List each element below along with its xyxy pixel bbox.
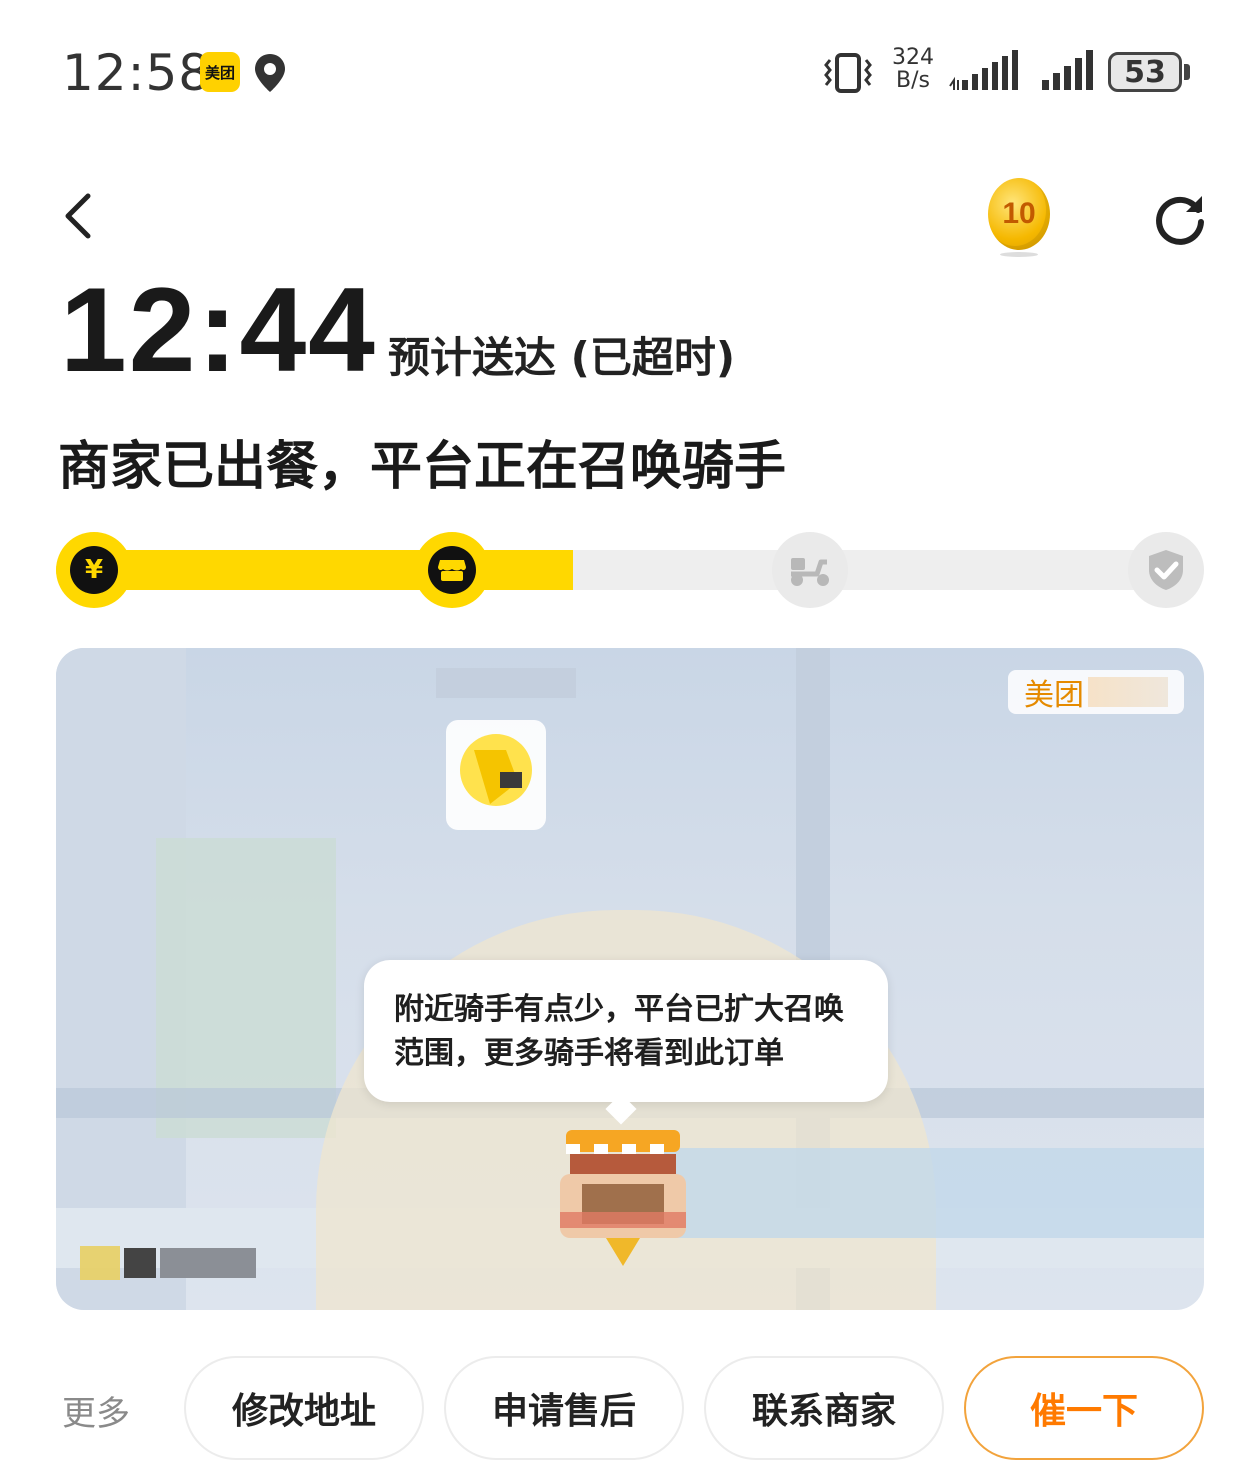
step-paid: ¥	[56, 532, 132, 608]
map-brand-blurred	[1088, 677, 1168, 707]
delivery-map[interactable]: 美团 附近骑手有点少，平台已扩大召唤范围，更多骑手将看到此订单	[56, 648, 1204, 1310]
rider-marker-icon	[446, 720, 546, 830]
contact-merchant-button[interactable]: 联系商家	[704, 1356, 944, 1460]
step-rider	[772, 532, 848, 608]
progress-fill	[56, 550, 573, 590]
coin-icon: 10	[988, 178, 1050, 250]
signal-icon-2	[1042, 50, 1093, 90]
map-brand-label: 美团	[1008, 670, 1184, 714]
map-brand-text: 美团	[1024, 678, 1084, 713]
back-icon[interactable]	[54, 186, 104, 246]
shop-marker-icon	[560, 1130, 686, 1266]
location-icon	[255, 54, 285, 92]
order-progress: ¥	[56, 532, 1204, 608]
status-bar: 12:58 美团 324 B/s 53	[0, 0, 1260, 140]
status-time: 12:58	[62, 44, 212, 102]
more-link[interactable]: 更多	[62, 1386, 130, 1435]
coin-shadow	[1000, 252, 1038, 257]
battery-tip	[1184, 64, 1190, 80]
after-sales-button[interactable]: 申请售后	[444, 1356, 684, 1460]
battery-icon: 53	[1108, 52, 1182, 92]
network-speed-value: 324	[892, 45, 934, 70]
map-shop-label	[80, 1246, 256, 1280]
store-icon	[428, 546, 476, 594]
eta-label: 预计送达 (已超时)	[388, 333, 736, 382]
scooter-icon	[791, 558, 829, 586]
meituan-app-icon: 美团	[200, 52, 240, 92]
network-speed: 324 B/s	[888, 46, 938, 92]
signal-icon	[949, 50, 1018, 90]
step-delivered	[1128, 532, 1204, 608]
order-status-title: 商家已出餐，平台正在召唤骑手	[58, 437, 787, 497]
action-bar: 更多 修改地址 申请售后 联系商家 催一下	[0, 1356, 1260, 1460]
refresh-icon[interactable]	[1150, 188, 1210, 248]
coin-reward[interactable]: 10	[986, 176, 1054, 258]
eta-time: 12:44	[60, 263, 377, 397]
yen-icon: ¥	[70, 546, 118, 594]
map-tooltip: 附近骑手有点少，平台已扩大召唤范围，更多骑手将看到此订单	[364, 960, 888, 1102]
step-merchant	[414, 532, 490, 608]
map-river	[656, 1148, 1204, 1238]
vibrate-icon	[824, 53, 872, 93]
edit-address-button[interactable]: 修改地址	[184, 1356, 424, 1460]
network-speed-unit: B/s	[896, 68, 930, 93]
urge-button[interactable]: 催一下	[964, 1356, 1204, 1460]
check-icon	[1149, 550, 1183, 590]
map-street-label	[436, 668, 576, 698]
